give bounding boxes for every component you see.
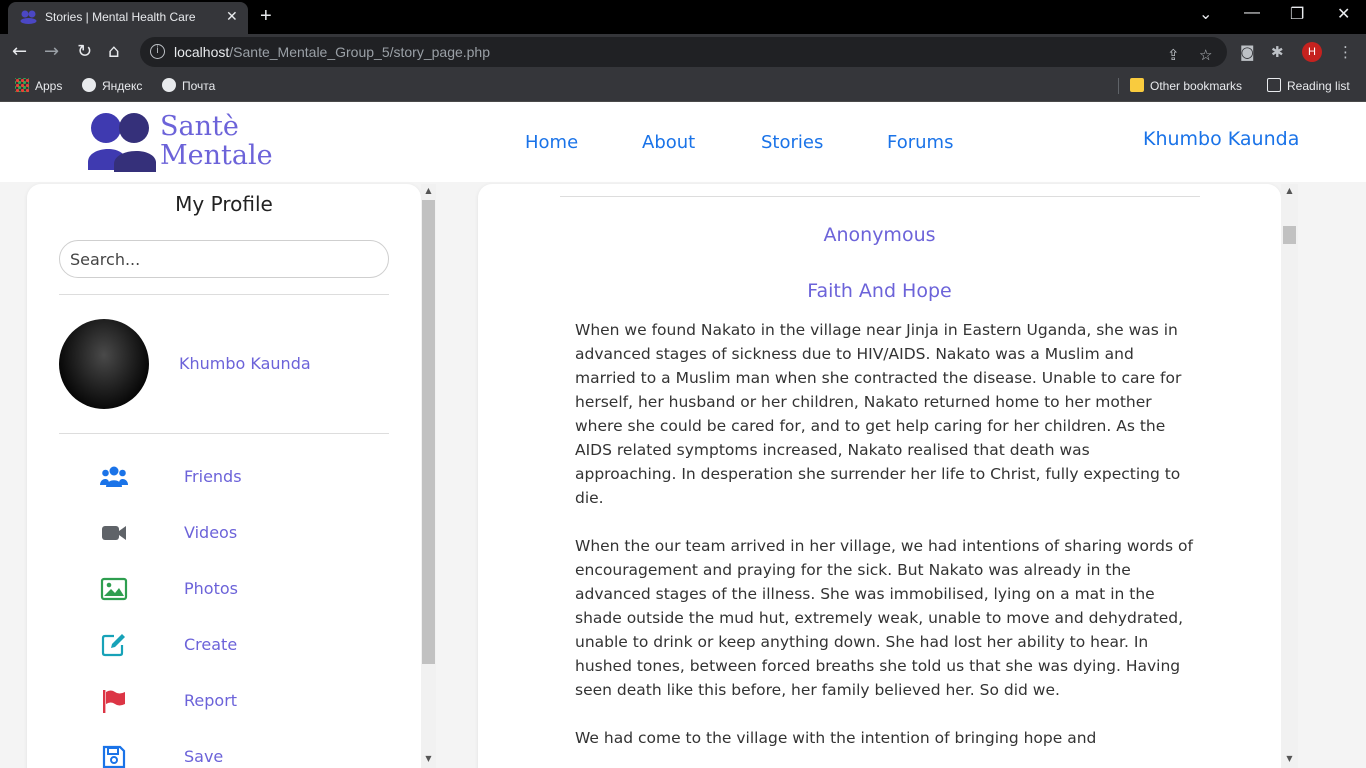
site-info-icon[interactable]: i bbox=[150, 44, 165, 59]
back-icon[interactable]: ← bbox=[12, 41, 27, 62]
story-scrollbar[interactable]: ▲ ▼ bbox=[1281, 184, 1298, 768]
logo-text: Santè Mentale bbox=[160, 111, 273, 171]
bookmarks-separator bbox=[1118, 78, 1119, 94]
nav-about[interactable]: About bbox=[642, 132, 695, 153]
story-title: Faith And Hope bbox=[807, 280, 952, 302]
bookmark-apps[interactable]: Apps bbox=[15, 78, 62, 93]
reading-list[interactable]: Reading list bbox=[1267, 78, 1350, 93]
nav-forums[interactable]: Forums bbox=[887, 132, 953, 153]
home-icon[interactable]: ⌂ bbox=[108, 41, 119, 62]
extensions-icon[interactable]: ✱ bbox=[1271, 43, 1284, 61]
story-author: Anonymous bbox=[823, 224, 936, 246]
apps-grid-icon bbox=[15, 78, 29, 92]
close-window-icon[interactable]: ✕ bbox=[1337, 4, 1350, 24]
story-paragraph: When we found Nakato in the village near… bbox=[575, 321, 1182, 507]
search-input[interactable] bbox=[59, 240, 389, 278]
page: Santè Mentale Home About Stories Forums … bbox=[0, 102, 1366, 768]
site-header: Santè Mentale Home About Stories Forums … bbox=[0, 102, 1366, 182]
bookmark-yandex[interactable]: Яндекс bbox=[82, 78, 142, 93]
minimize-icon[interactable]: — bbox=[1244, 4, 1260, 22]
divider bbox=[59, 294, 389, 295]
scroll-up-icon[interactable]: ▲ bbox=[1282, 186, 1297, 195]
scroll-down-icon[interactable]: ▼ bbox=[421, 754, 436, 763]
forward-icon[interactable]: → bbox=[44, 41, 59, 62]
story-paragraph: We had come to the village with the inte… bbox=[575, 729, 1097, 747]
story-paragraph: When the our team arrived in her village… bbox=[575, 537, 1193, 699]
url-text[interactable]: localhost/Sante_Mentale_Group_5/story_pa… bbox=[174, 44, 490, 60]
bookmarks-bar: Apps Яндекс Почта Other bookmarks Readin… bbox=[0, 70, 1366, 102]
sidebar-item-label: Create bbox=[184, 635, 238, 654]
image-icon bbox=[100, 577, 128, 601]
site-logo[interactable]: Santè Mentale bbox=[86, 110, 286, 176]
sidebar-item-label: Photos bbox=[184, 579, 238, 598]
scrollbar-thumb[interactable] bbox=[1283, 226, 1296, 244]
sidebar-item-label: Videos bbox=[184, 523, 238, 542]
story-body: When we found Nakato in the village near… bbox=[575, 318, 1195, 768]
edit-icon bbox=[101, 634, 125, 657]
camera-icon[interactable]: ◙ bbox=[1240, 43, 1255, 61]
profile-sidebar: My Profile Khumbo Kaunda Friends Videos … bbox=[27, 184, 421, 768]
site-favicon-icon bbox=[20, 10, 37, 24]
nav-stories[interactable]: Stories bbox=[761, 132, 823, 153]
bookmark-other[interactable]: Other bookmarks bbox=[1130, 78, 1242, 93]
share-icon[interactable]: ⇪ bbox=[1167, 46, 1180, 64]
tab-search-icon[interactable]: ⌄ bbox=[1199, 4, 1212, 24]
logo-people-icon bbox=[88, 113, 156, 172]
folder-icon bbox=[1130, 78, 1144, 92]
sidebar-title: My Profile bbox=[175, 192, 273, 216]
reload-icon[interactable]: ↻ bbox=[77, 41, 92, 62]
scroll-down-icon[interactable]: ▼ bbox=[1282, 754, 1297, 763]
header-user-name[interactable]: Khumbo Kaunda bbox=[1143, 128, 1299, 150]
new-tab-icon[interactable]: + bbox=[260, 5, 272, 28]
maximize-icon[interactable]: ❐ bbox=[1290, 4, 1304, 24]
save-icon bbox=[102, 745, 126, 768]
browser-tab-bar: Stories | Mental Health Care ✕ + ⌄ — ❐ ✕ bbox=[0, 0, 1366, 34]
divider bbox=[59, 433, 389, 434]
sidebar-item-label: Friends bbox=[184, 467, 242, 486]
tab-title: Stories | Mental Health Care bbox=[45, 10, 196, 24]
profile-avatar-image[interactable] bbox=[59, 319, 149, 409]
scroll-up-icon[interactable]: ▲ bbox=[421, 186, 436, 195]
sidebar-scrollbar[interactable]: ▲ ▼ bbox=[421, 184, 436, 768]
menu-kebab-icon[interactable]: ⋮ bbox=[1338, 43, 1353, 61]
story-panel: Anonymous Faith And Hope When we found N… bbox=[478, 184, 1281, 768]
users-icon bbox=[100, 466, 128, 487]
globe-icon bbox=[82, 78, 96, 92]
profile-name[interactable]: Khumbo Kaunda bbox=[179, 354, 311, 373]
video-icon bbox=[102, 526, 126, 540]
address-bar[interactable]: i localhost/Sante_Mentale_Group_5/story_… bbox=[140, 37, 1227, 67]
profile-avatar[interactable]: H bbox=[1302, 42, 1322, 62]
divider bbox=[560, 196, 1200, 197]
sidebar-item-label: Save bbox=[184, 747, 224, 766]
globe-icon bbox=[162, 78, 176, 92]
sidebar-item-label: Report bbox=[184, 691, 238, 710]
reading-list-icon bbox=[1267, 78, 1281, 92]
bookmark-star-icon[interactable]: ☆ bbox=[1199, 46, 1212, 64]
browser-toolbar: ← → ↻ ⌂ i localhost/Sante_Mentale_Group_… bbox=[0, 34, 1366, 70]
bookmark-pochta[interactable]: Почта bbox=[162, 78, 215, 93]
nav-home[interactable]: Home bbox=[525, 132, 578, 153]
close-tab-icon[interactable]: ✕ bbox=[226, 8, 238, 25]
flag-icon bbox=[103, 690, 125, 713]
browser-tab[interactable]: Stories | Mental Health Care ✕ bbox=[8, 2, 248, 34]
scrollbar-thumb[interactable] bbox=[422, 200, 435, 664]
